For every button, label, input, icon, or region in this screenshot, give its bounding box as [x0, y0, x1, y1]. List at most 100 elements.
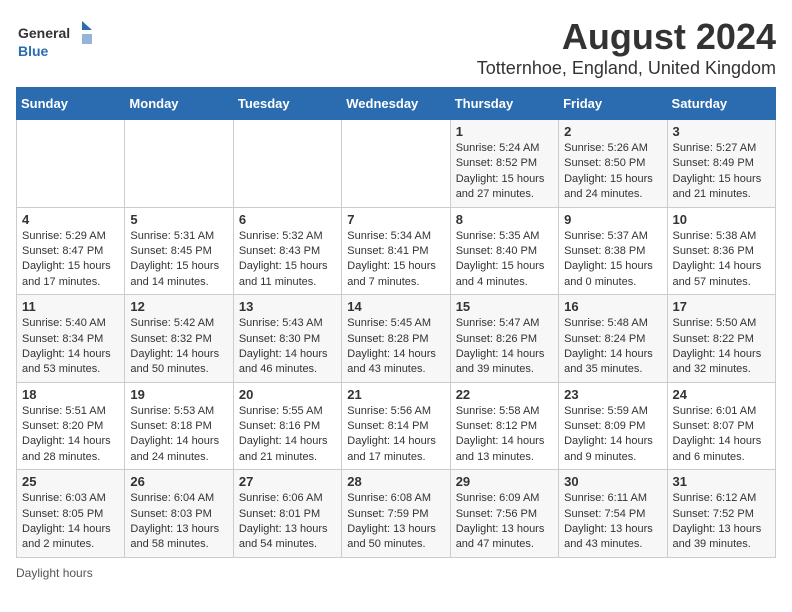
day-number: 31: [673, 474, 770, 489]
subtitle: Totternhoe, England, United Kingdom: [477, 58, 776, 79]
day-number: 9: [564, 212, 661, 227]
calendar-cell: 16Sunrise: 5:48 AMSunset: 8:24 PMDayligh…: [559, 295, 667, 383]
day-info: Sunrise: 5:53 AMSunset: 8:18 PMDaylight:…: [130, 404, 227, 466]
day-info: Sunrise: 5:29 AMSunset: 8:47 PMDaylight:…: [22, 229, 119, 291]
calendar-week-4: 18Sunrise: 5:51 AMSunset: 8:20 PMDayligh…: [17, 382, 776, 470]
calendar-cell: 29 Sunrise: 6:09 AMSunset: 7:56 PMDayligh…: [450, 470, 558, 558]
day-number: 2: [564, 124, 661, 139]
page-header: General Blue August 2024 Totternhoe, Eng…: [16, 16, 776, 79]
day-number: 14: [347, 299, 444, 314]
header-cell-sunday: Sunday: [17, 88, 125, 120]
calendar-cell: 20 Sunrise: 5:55 AMSunset: 8:16 PMDayligh…: [233, 382, 341, 470]
day-number: 17: [673, 299, 770, 314]
calendar-cell: 17 Sunrise: 5:50 AMSunset: 8:22 PMDayligh…: [667, 295, 775, 383]
day-info: Sunrise: 6:03 AMSunset: 8:05 PMDaylight:…: [22, 491, 119, 553]
day-number: 21: [347, 387, 444, 402]
day-number: 30: [564, 474, 661, 489]
calendar-cell: 9 Sunrise: 5:37 AMSunset: 8:38 PMDaylight…: [559, 207, 667, 295]
calendar-cell: 22 Sunrise: 5:58 AMSunset: 8:12 PMDayligh…: [450, 382, 558, 470]
calendar-cell: 7 Sunrise: 5:34 AMSunset: 8:41 PMDaylight…: [342, 207, 450, 295]
day-info: Sunrise: 5:47 AMSunset: 8:26 PMDaylight:…: [456, 316, 553, 378]
day-info: Sunrise: 5:50 AMSunset: 8:22 PMDaylight:…: [673, 316, 770, 378]
day-info: Sunrise: 6:04 AMSunset: 8:03 PMDaylight:…: [130, 491, 227, 553]
calendar-cell: 13 Sunrise: 5:43 AMSunset: 8:30 PMDayligh…: [233, 295, 341, 383]
day-number: 19: [130, 387, 227, 402]
day-info: Sunrise: 5:31 AMSunset: 8:45 PMDaylight:…: [130, 229, 227, 291]
day-info: Sunrise: 5:42 AMSunset: 8:32 PMDaylight:…: [130, 316, 227, 378]
day-number: 4: [22, 212, 119, 227]
day-number: 22: [456, 387, 553, 402]
calendar-week-1: 1Sunrise: 5:24 AMSunset: 8:52 PMDaylight…: [17, 120, 776, 208]
day-number: 3: [673, 124, 770, 139]
day-number: 15: [456, 299, 553, 314]
calendar-week-5: 25 Sunrise: 6:03 AMSunset: 8:05 PMDayligh…: [17, 470, 776, 558]
day-info: Sunrise: 5:27 AMSunset: 8:49 PMDaylight:…: [673, 141, 770, 203]
calendar-cell: 14 Sunrise: 5:45 AMSunset: 8:28 PMDayligh…: [342, 295, 450, 383]
day-info: Sunrise: 5:37 AMSunset: 8:38 PMDaylight:…: [564, 229, 661, 291]
day-number: 16: [564, 299, 661, 314]
day-number: 25: [22, 474, 119, 489]
calendar-cell: 1Sunrise: 5:24 AMSunset: 8:52 PMDaylight…: [450, 120, 558, 208]
calendar-cell: 12Sunrise: 5:42 AMSunset: 8:32 PMDayligh…: [125, 295, 233, 383]
calendar-cell: 28 Sunrise: 6:08 AMSunset: 7:59 PMDayligh…: [342, 470, 450, 558]
day-info: Sunrise: 5:45 AMSunset: 8:28 PMDaylight:…: [347, 316, 444, 378]
day-number: 26: [130, 474, 227, 489]
day-number: 10: [673, 212, 770, 227]
day-info: Sunrise: 5:58 AMSunset: 8:12 PMDaylight:…: [456, 404, 553, 466]
header-cell-saturday: Saturday: [667, 88, 775, 120]
calendar-cell: 19 Sunrise: 5:53 AMSunset: 8:18 PMDayligh…: [125, 382, 233, 470]
day-info: Sunrise: 6:12 AMSunset: 7:52 PMDaylight:…: [673, 491, 770, 553]
calendar-cell: [17, 120, 125, 208]
day-number: 23: [564, 387, 661, 402]
calendar-cell: 8 Sunrise: 5:35 AMSunset: 8:40 PMDaylight…: [450, 207, 558, 295]
day-info: Sunrise: 6:01 AMSunset: 8:07 PMDaylight:…: [673, 404, 770, 466]
day-number: 1: [456, 124, 553, 139]
svg-text:General: General: [18, 25, 70, 41]
calendar-cell: 10 Sunrise: 5:38 AMSunset: 8:36 PMDayligh…: [667, 207, 775, 295]
day-info: Sunrise: 6:08 AMSunset: 7:59 PMDaylight:…: [347, 491, 444, 553]
day-info: Sunrise: 5:55 AMSunset: 8:16 PMDaylight:…: [239, 404, 336, 466]
day-info: Sunrise: 5:59 AMSunset: 8:09 PMDaylight:…: [564, 404, 661, 466]
logo-svg: General Blue: [16, 16, 96, 66]
day-info: Sunrise: 5:38 AMSunset: 8:36 PMDaylight:…: [673, 229, 770, 291]
calendar-cell: [125, 120, 233, 208]
calendar-cell: 24Sunrise: 6:01 AMSunset: 8:07 PMDayligh…: [667, 382, 775, 470]
calendar-cell: 11 Sunrise: 5:40 AMSunset: 8:34 PMDayligh…: [17, 295, 125, 383]
day-info: Sunrise: 5:40 AMSunset: 8:34 PMDaylight:…: [22, 316, 119, 378]
day-info: Sunrise: 6:11 AMSunset: 7:54 PMDaylight:…: [564, 491, 661, 553]
calendar-week-2: 4 Sunrise: 5:29 AMSunset: 8:47 PMDaylight…: [17, 207, 776, 295]
day-number: 7: [347, 212, 444, 227]
header-cell-friday: Friday: [559, 88, 667, 120]
day-number: 5: [130, 212, 227, 227]
calendar-week-3: 11 Sunrise: 5:40 AMSunset: 8:34 PMDayligh…: [17, 295, 776, 383]
calendar-cell: 31 Sunrise: 6:12 AMSunset: 7:52 PMDayligh…: [667, 470, 775, 558]
header-cell-monday: Monday: [125, 88, 233, 120]
day-number: 29: [456, 474, 553, 489]
day-info: Sunrise: 6:09 AMSunset: 7:56 PMDaylight:…: [456, 491, 553, 553]
day-info: Sunrise: 5:35 AMSunset: 8:40 PMDaylight:…: [456, 229, 553, 291]
calendar-header-row: SundayMondayTuesdayWednesdayThursdayFrid…: [17, 88, 776, 120]
calendar-cell: 30 Sunrise: 6:11 AMSunset: 7:54 PMDayligh…: [559, 470, 667, 558]
day-number: 11: [22, 299, 119, 314]
day-number: 28: [347, 474, 444, 489]
day-number: 27: [239, 474, 336, 489]
calendar-cell: 2 Sunrise: 5:26 AMSunset: 8:50 PMDaylight…: [559, 120, 667, 208]
day-info: Sunrise: 5:43 AMSunset: 8:30 PMDaylight:…: [239, 316, 336, 378]
day-number: 13: [239, 299, 336, 314]
day-info: Sunrise: 5:32 AMSunset: 8:43 PMDaylight:…: [239, 229, 336, 291]
header-cell-thursday: Thursday: [450, 88, 558, 120]
calendar-cell: 15 Sunrise: 5:47 AMSunset: 8:26 PMDayligh…: [450, 295, 558, 383]
calendar-cell: 3 Sunrise: 5:27 AMSunset: 8:49 PMDaylight…: [667, 120, 775, 208]
calendar-cell: 18Sunrise: 5:51 AMSunset: 8:20 PMDayligh…: [17, 382, 125, 470]
day-info: Sunrise: 5:26 AMSunset: 8:50 PMDaylight:…: [564, 141, 661, 203]
day-number: 8: [456, 212, 553, 227]
header-cell-wednesday: Wednesday: [342, 88, 450, 120]
calendar-cell: 21Sunrise: 5:56 AMSunset: 8:14 PMDayligh…: [342, 382, 450, 470]
day-number: 6: [239, 212, 336, 227]
calendar-table: SundayMondayTuesdayWednesdayThursdayFrid…: [16, 87, 776, 558]
calendar-cell: [233, 120, 341, 208]
day-number: 20: [239, 387, 336, 402]
calendar-cell: [342, 120, 450, 208]
day-info: Sunrise: 6:06 AMSunset: 8:01 PMDaylight:…: [239, 491, 336, 553]
day-info: Sunrise: 5:34 AMSunset: 8:41 PMDaylight:…: [347, 229, 444, 291]
